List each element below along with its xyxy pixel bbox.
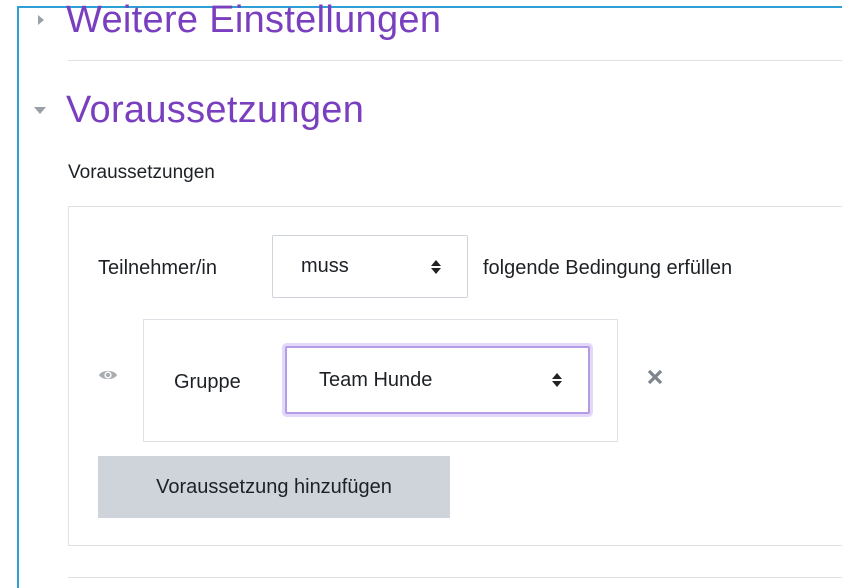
caret-right-icon xyxy=(38,15,44,25)
frame-border-left xyxy=(17,6,19,588)
close-icon[interactable] xyxy=(644,366,666,388)
section-divider-bottom xyxy=(68,577,842,578)
field-label-voraussetzungen: Voraussetzungen xyxy=(68,162,215,183)
section-title-voraussetzungen: Voraussetzungen xyxy=(66,88,365,131)
group-select[interactable]: Team Hunde xyxy=(285,346,590,414)
select-arrows-icon xyxy=(552,373,562,387)
section-header-weitere-einstellungen[interactable]: Weitere Einstellungen xyxy=(38,0,441,48)
condition-type-label: Gruppe xyxy=(174,371,241,393)
caret-down-icon xyxy=(34,106,46,114)
section-divider xyxy=(68,60,842,61)
eye-icon[interactable] xyxy=(98,368,118,382)
section-header-voraussetzungen[interactable]: Voraussetzungen xyxy=(34,80,364,140)
restriction-prefix-text: Teilnehmer/in xyxy=(98,257,217,279)
group-select-value: Team Hunde xyxy=(319,368,433,391)
page: Weitere Einstellungen Voraussetzungen Vo… xyxy=(0,0,842,588)
restriction-mode-select[interactable]: muss xyxy=(272,235,468,298)
add-restriction-button[interactable]: Voraussetzung hinzufügen xyxy=(98,456,450,518)
select-arrows-icon xyxy=(431,259,441,274)
restriction-suffix-text: folgende Bedingung erfüllen xyxy=(483,257,733,279)
restriction-mode-value: muss xyxy=(301,255,349,277)
section-title-weitere-einstellungen: Weitere Einstellungen xyxy=(66,0,442,41)
